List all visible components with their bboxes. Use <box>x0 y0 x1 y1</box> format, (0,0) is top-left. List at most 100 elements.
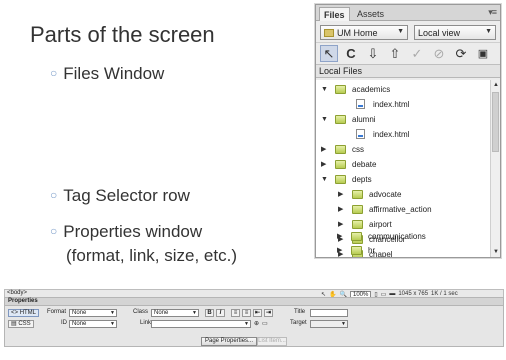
list-item-button[interactable]: List Item... <box>257 337 287 346</box>
site-folder-icon <box>324 29 334 37</box>
chevron-down-icon: ▼ <box>341 321 346 327</box>
sync-icon[interactable]: ⟳ <box>452 45 470 62</box>
bullet-dot-icon: ○ <box>50 224 58 238</box>
target-label: Target <box>290 320 307 326</box>
expanded-triangle-icon: ▼ <box>321 175 328 183</box>
html-mode-button[interactable]: <> HTML <box>8 309 40 317</box>
bullet-files-window: ○ Files Window <box>50 64 164 84</box>
connect-icon[interactable]: ↖ <box>320 45 338 62</box>
put-files-icon[interactable]: ⇧ <box>386 45 404 62</box>
tree-folder-alumni[interactable]: ▼ alumni <box>321 112 376 126</box>
files-panel: Files Assets ▾≡ UM Home ▼ Local view ▼ ↖… <box>315 4 501 258</box>
folder-icon <box>352 204 363 214</box>
folder-icon <box>352 219 363 229</box>
tree-folder-debate[interactable]: ▶ debate <box>321 157 376 171</box>
vertical-scrollbar[interactable]: ▲ ▼ <box>490 80 500 257</box>
chevron-down-icon: ▼ <box>110 321 115 327</box>
bold-button[interactable]: B <box>205 309 214 317</box>
expand-panel-icon[interactable]: ▣ <box>474 45 492 62</box>
panel-tabs: Files Assets ▾≡ <box>316 5 500 21</box>
tab-files[interactable]: Files <box>319 7 350 21</box>
tree-label: airport <box>369 219 392 229</box>
chevron-down-icon: ▼ <box>110 310 115 316</box>
bullet-properties-detail: (format, link, size, etc.) <box>66 246 237 265</box>
check-out-icon[interactable]: ✓ <box>408 45 426 62</box>
class-label: Class <box>133 309 149 315</box>
slide-title: Parts of the screen <box>30 22 215 47</box>
tree-folder-css[interactable]: ▶ css <box>321 142 364 156</box>
chevron-down-icon: ▼ <box>397 28 404 35</box>
browse-folder-icon[interactable]: ▭ <box>262 320 268 327</box>
body-tag[interactable]: <body> <box>7 290 27 296</box>
tree-label: academics <box>352 84 391 94</box>
chevron-down-icon: ▼ <box>192 310 197 316</box>
properties-title: Properties <box>8 298 38 304</box>
tree-folder-hr[interactable]: ▶ hr <box>337 243 375 257</box>
tree-folder-affirmative-action[interactable]: ▶ affirmative_action <box>338 202 432 216</box>
refresh-icon[interactable]: C <box>342 45 360 62</box>
html-file-icon <box>356 129 365 139</box>
format-select[interactable]: None ▼ <box>69 309 117 317</box>
css-label: CSS <box>18 321 31 327</box>
tab-assets[interactable]: Assets <box>353 7 388 21</box>
unordered-list-icon[interactable]: ≡ <box>231 309 240 317</box>
ordered-list-icon[interactable]: ≡ <box>242 309 251 317</box>
target-select[interactable]: ▼ <box>310 320 348 328</box>
collapsed-triangle-icon: ▶ <box>337 247 343 254</box>
tree-label: debate <box>352 159 377 169</box>
bullet-dot-icon: ○ <box>50 66 58 80</box>
collapsed-triangle-icon: ▶ <box>321 161 327 168</box>
get-files-icon[interactable]: ⇩ <box>364 45 382 62</box>
folder-icon <box>352 189 363 199</box>
format-label: Format <box>47 309 67 315</box>
html-label: HTML <box>19 310 37 316</box>
id-value: None <box>72 321 87 327</box>
title-input[interactable] <box>310 309 348 317</box>
css-mode-button[interactable]: ▤ CSS <box>8 320 34 328</box>
link-input[interactable]: ▼ <box>151 320 251 328</box>
properties-header: Properties <box>5 298 503 306</box>
bullet-text: Properties window <box>63 222 203 241</box>
tree-file-index[interactable]: index.html <box>356 127 409 141</box>
bullet-text: Tag Selector row <box>63 186 190 205</box>
check-in-icon[interactable]: ⊘ <box>430 45 448 62</box>
italic-button[interactable]: I <box>216 309 225 317</box>
id-select[interactable]: None ▼ <box>69 320 117 328</box>
tree-label: communications <box>368 231 426 241</box>
tree-label: css <box>352 144 364 154</box>
page-properties-button[interactable]: Page Properties... <box>201 337 258 346</box>
view-dropdown-value: Local view <box>418 28 461 38</box>
properties-panel: Properties <> HTML ▤ CSS Format None ▼ ID… <box>4 297 504 347</box>
folder-icon <box>335 84 346 94</box>
tree-folder-advocate[interactable]: ▶ advocate <box>338 187 401 201</box>
tree-folder-communications[interactable]: ▶ communications <box>337 229 426 243</box>
scroll-thumb[interactable] <box>492 92 499 152</box>
tree-folder-academics[interactable]: ▼ academics <box>321 82 390 96</box>
collapsed-triangle-icon: ▶ <box>337 233 343 240</box>
scroll-up-icon[interactable]: ▲ <box>493 82 499 88</box>
chevron-down-icon: ▼ <box>485 28 492 35</box>
outdent-icon[interactable]: ⇤ <box>253 309 262 317</box>
collapsed-triangle-icon: ▶ <box>338 191 344 198</box>
indent-icon[interactable]: ⇥ <box>264 309 273 317</box>
panel-menu-icon[interactable]: ▾≡ <box>488 7 497 18</box>
bullet-properties-window: ○ Properties window <box>50 222 202 242</box>
bullet-tag-selector: ○ Tag Selector row <box>50 186 190 206</box>
scroll-down-icon[interactable]: ▼ <box>493 249 499 255</box>
tree-label: index.html <box>373 99 410 109</box>
point-to-file-icon[interactable]: ⊕ <box>254 320 259 327</box>
tree-folder-depts[interactable]: ▼ depts <box>321 172 372 186</box>
view-dropdown[interactable]: Local view ▼ <box>414 25 496 40</box>
class-select[interactable]: None ▼ <box>151 309 199 317</box>
tree-file-index[interactable]: index.html <box>356 97 409 111</box>
bullet-text: Files Window <box>63 64 165 83</box>
folder-icon <box>335 159 346 169</box>
chevron-down-icon: ▼ <box>244 321 249 327</box>
folder-icon <box>351 231 362 241</box>
folder-icon <box>351 245 362 255</box>
id-label: ID <box>61 320 67 326</box>
site-dropdown[interactable]: UM Home ▼ <box>320 25 408 40</box>
html-icon: <> <box>11 310 19 316</box>
folder-icon <box>335 144 346 154</box>
tree-label: affirmative_action <box>369 204 432 214</box>
